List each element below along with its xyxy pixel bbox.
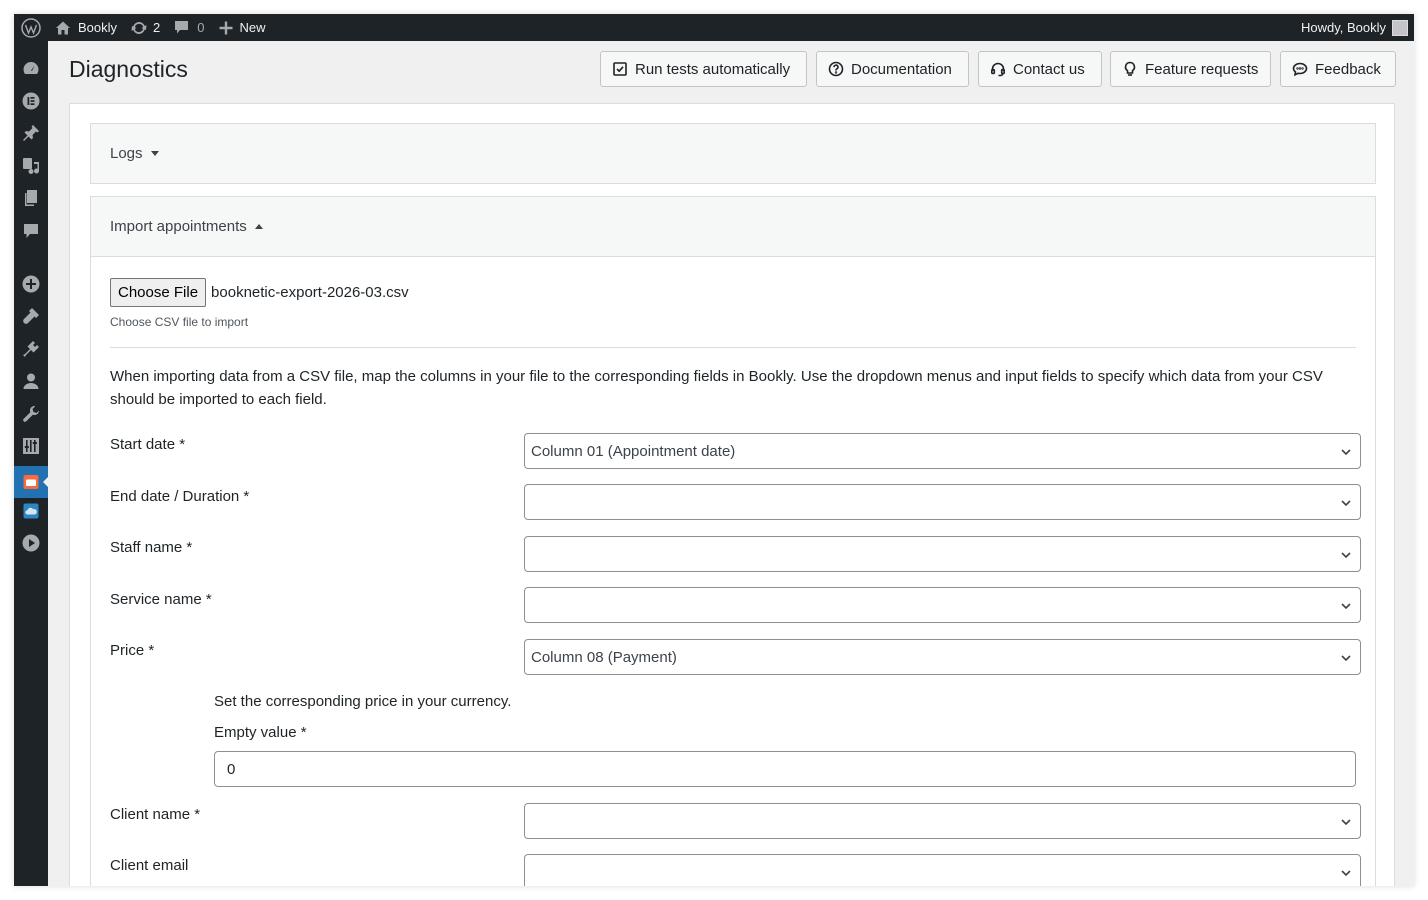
- home-icon: [55, 20, 71, 36]
- chevron-down-icon: [1340, 599, 1352, 616]
- admin-menu: [14, 41, 49, 886]
- start-date-select[interactable]: Column 01 (Appointment date): [524, 433, 1361, 469]
- updates-link[interactable]: 2: [124, 14, 167, 41]
- wordpress-logo-icon[interactable]: [14, 14, 48, 41]
- plugins-icon[interactable]: [22, 340, 40, 358]
- checkbox-icon: [612, 61, 628, 77]
- start-date-value: Column 01 (Appointment date): [531, 442, 736, 460]
- client-email-label: Client email: [110, 857, 189, 874]
- new-label: New: [239, 20, 266, 35]
- diagnostics-card: Logs Import appointments Choose File boo…: [69, 103, 1395, 886]
- service-name-select[interactable]: [524, 587, 1361, 623]
- main-content: Diagnostics Run tests automatically Docu…: [48, 41, 1414, 886]
- divider: [110, 347, 1356, 348]
- documentation-label: Documentation: [851, 60, 952, 78]
- comments-icon[interactable]: [22, 222, 40, 240]
- file-hint: Choose CSV file to import: [110, 315, 249, 329]
- settings-icon[interactable]: [22, 437, 40, 455]
- choose-file-button[interactable]: Choose File: [110, 278, 207, 307]
- users-icon[interactable]: [22, 372, 40, 390]
- client-name-select[interactable]: [524, 803, 1361, 839]
- run-tests-button[interactable]: Run tests automatically: [600, 51, 807, 87]
- price-value: Column 08 (Payment): [531, 648, 677, 666]
- chat-bubble-icon: [1292, 61, 1308, 77]
- file-input: Choose File booknetic-export-2026-03.csv: [110, 278, 409, 307]
- import-panel-header[interactable]: Import appointments: [91, 197, 1375, 256]
- chevron-down-icon: [1340, 548, 1352, 565]
- updates-icon: [131, 20, 147, 36]
- pages-icon[interactable]: [22, 189, 40, 207]
- feedback-label: Feedback: [1315, 60, 1381, 78]
- comment-icon: [174, 20, 189, 35]
- question-circle-icon: [828, 61, 844, 77]
- empty-value-label: Empty value *: [214, 724, 307, 741]
- avatar: [1392, 19, 1408, 36]
- start-date-label: Start date *: [110, 436, 186, 453]
- feature-requests-button[interactable]: Feature requests: [1110, 51, 1271, 87]
- chevron-down-icon: [1340, 445, 1352, 462]
- selected-file-name: booknetic-export-2026-03.csv: [211, 284, 409, 301]
- new-content-link[interactable]: New: [212, 14, 273, 41]
- add-icon[interactable]: [22, 275, 40, 293]
- appearance-icon[interactable]: [22, 307, 40, 325]
- logs-title: Logs: [110, 145, 143, 162]
- chevron-down-icon: [1340, 496, 1352, 513]
- import-description: When importing data from a CSV file, map…: [110, 368, 1323, 408]
- dashboard-icon[interactable]: [22, 59, 40, 77]
- caret-down-icon: [150, 151, 159, 156]
- logs-panel-header[interactable]: Logs: [91, 124, 1375, 183]
- chevron-down-icon: [1340, 815, 1352, 832]
- comments-link[interactable]: 0: [167, 14, 211, 41]
- import-appointments-panel: Import appointments Choose File bookneti…: [90, 196, 1376, 886]
- updates-count: 2: [153, 20, 161, 35]
- media-icon[interactable]: [22, 157, 40, 175]
- import-title: Import appointments: [110, 218, 247, 235]
- howdy-greeting: Howdy, Bookly: [1300, 20, 1386, 35]
- play-icon[interactable]: [22, 534, 40, 552]
- client-name-label: Client name *: [110, 806, 201, 823]
- elementor-icon[interactable]: [22, 92, 40, 110]
- chevron-down-icon: [1340, 651, 1352, 668]
- headset-icon: [990, 61, 1006, 77]
- page-title: Diagnostics: [69, 56, 188, 82]
- site-name: Bookly: [78, 20, 118, 35]
- caret-up-icon: [254, 224, 263, 229]
- plus-icon: [219, 21, 233, 35]
- lightbulb-icon: [1122, 61, 1138, 77]
- tools-icon[interactable]: [22, 405, 40, 423]
- feedback-button[interactable]: Feedback: [1280, 51, 1396, 87]
- chevron-down-icon: [1340, 866, 1352, 883]
- menu-item-bookly[interactable]: [14, 466, 49, 498]
- my-account[interactable]: Howdy, Bookly: [1300, 19, 1414, 36]
- logs-panel: Logs: [90, 123, 1376, 184]
- import-panel-body: Choose File booknetic-export-2026-03.csv…: [91, 256, 1375, 886]
- staff-name-label: Staff name *: [110, 539, 193, 556]
- contact-us-button[interactable]: Contact us: [978, 51, 1102, 87]
- service-name-label: Service name *: [110, 591, 212, 608]
- documentation-button[interactable]: Documentation: [816, 51, 969, 87]
- contact-us-label: Contact us: [1013, 60, 1085, 78]
- site-name-link[interactable]: Bookly: [48, 14, 124, 41]
- end-date-select[interactable]: [524, 484, 1361, 520]
- empty-value-input[interactable]: 0: [214, 751, 1356, 787]
- cloud-icon[interactable]: [22, 502, 40, 520]
- end-date-label: End date / Duration *: [110, 488, 250, 505]
- price-label: Price *: [110, 642, 155, 659]
- client-email-select[interactable]: [524, 854, 1361, 886]
- run-tests-label: Run tests automatically: [635, 60, 791, 78]
- feature-requests-label: Feature requests: [1145, 60, 1259, 78]
- admin-bar: Bookly 2 0 New Howdy, Bookly: [14, 14, 1414, 41]
- price-select[interactable]: Column 08 (Payment): [524, 639, 1361, 675]
- browser-frame: Bookly 2 0 New Howdy, Bookly Diagnostics…: [14, 14, 1414, 886]
- empty-value-text: 0: [227, 760, 236, 778]
- staff-name-select[interactable]: [524, 536, 1361, 572]
- posts-icon[interactable]: [22, 124, 40, 142]
- bookly-icon: [22, 473, 40, 491]
- price-note: Set the corresponding price in your curr…: [214, 693, 512, 710]
- comments-count: 0: [197, 20, 205, 35]
